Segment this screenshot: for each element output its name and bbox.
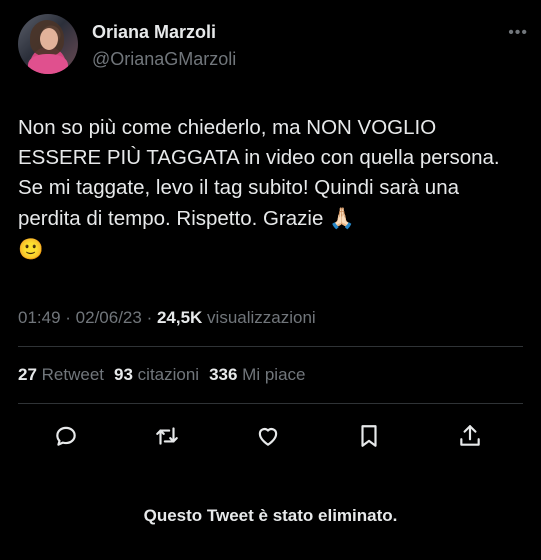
divider-bottom: [18, 403, 523, 404]
quotes-label: citazioni: [132, 365, 200, 384]
author-handle[interactable]: @OrianaGMarzoli: [92, 49, 236, 70]
like-button[interactable]: [250, 418, 286, 454]
tweet-time[interactable]: 01:49: [18, 308, 61, 327]
likes-stat[interactable]: 336 Mi piace: [209, 365, 305, 384]
likes-count: 336: [209, 365, 238, 384]
divider-top: [18, 346, 523, 347]
share-icon: [460, 425, 480, 446]
quotes-count: 93: [114, 365, 133, 384]
pray-emoji: 🙏🏻: [329, 206, 355, 230]
tweet-stats: 27 Retweet 93 citazioni 336 Mi piace: [18, 365, 305, 385]
quotes-stat[interactable]: 93 citazioni: [114, 365, 199, 384]
avatar-face: [40, 28, 58, 50]
retweets-label: Retweet: [36, 365, 105, 384]
meta-separator-2: ·: [141, 308, 157, 327]
retweet-button[interactable]: [149, 418, 185, 454]
reply-icon: [56, 426, 76, 446]
more-options-icon[interactable]: •••: [508, 24, 528, 42]
tweet-text: Non so più come chiederlo, ma NON VOGLIO…: [18, 113, 523, 265]
bookmark-button[interactable]: [351, 418, 387, 454]
likes-label: Mi piace: [237, 365, 306, 384]
avatar-dress: [28, 54, 68, 74]
retweet-icon: [156, 427, 178, 445]
retweets-stat[interactable]: 27 Retweet: [18, 365, 104, 384]
share-button[interactable]: [452, 418, 488, 454]
smile-emoji: 🙂: [18, 237, 44, 261]
tweet-actions: [18, 418, 523, 454]
avatar[interactable]: [18, 14, 78, 74]
tweet-body: Non so più come chiederlo, ma NON VOGLIO…: [18, 116, 506, 230]
reply-button[interactable]: [48, 418, 84, 454]
views-label: visualizzazioni: [202, 308, 316, 327]
tweet-meta: 01:49 · 02/06/23 · 24,5K visualizzazioni: [18, 308, 316, 328]
meta-separator: ·: [60, 308, 76, 327]
like-icon: [258, 427, 278, 446]
tweet-header: Oriana Marzoli @OrianaGMarzoli •••: [18, 14, 528, 78]
retweets-count: 27: [18, 365, 37, 384]
author-name[interactable]: Oriana Marzoli: [92, 22, 216, 43]
tweet-date[interactable]: 02/06/23: [76, 308, 142, 327]
bookmark-icon: [361, 425, 377, 447]
views-count: 24,5K: [156, 308, 203, 327]
deleted-notice: Questo Tweet è stato eliminato.: [143, 506, 398, 525]
